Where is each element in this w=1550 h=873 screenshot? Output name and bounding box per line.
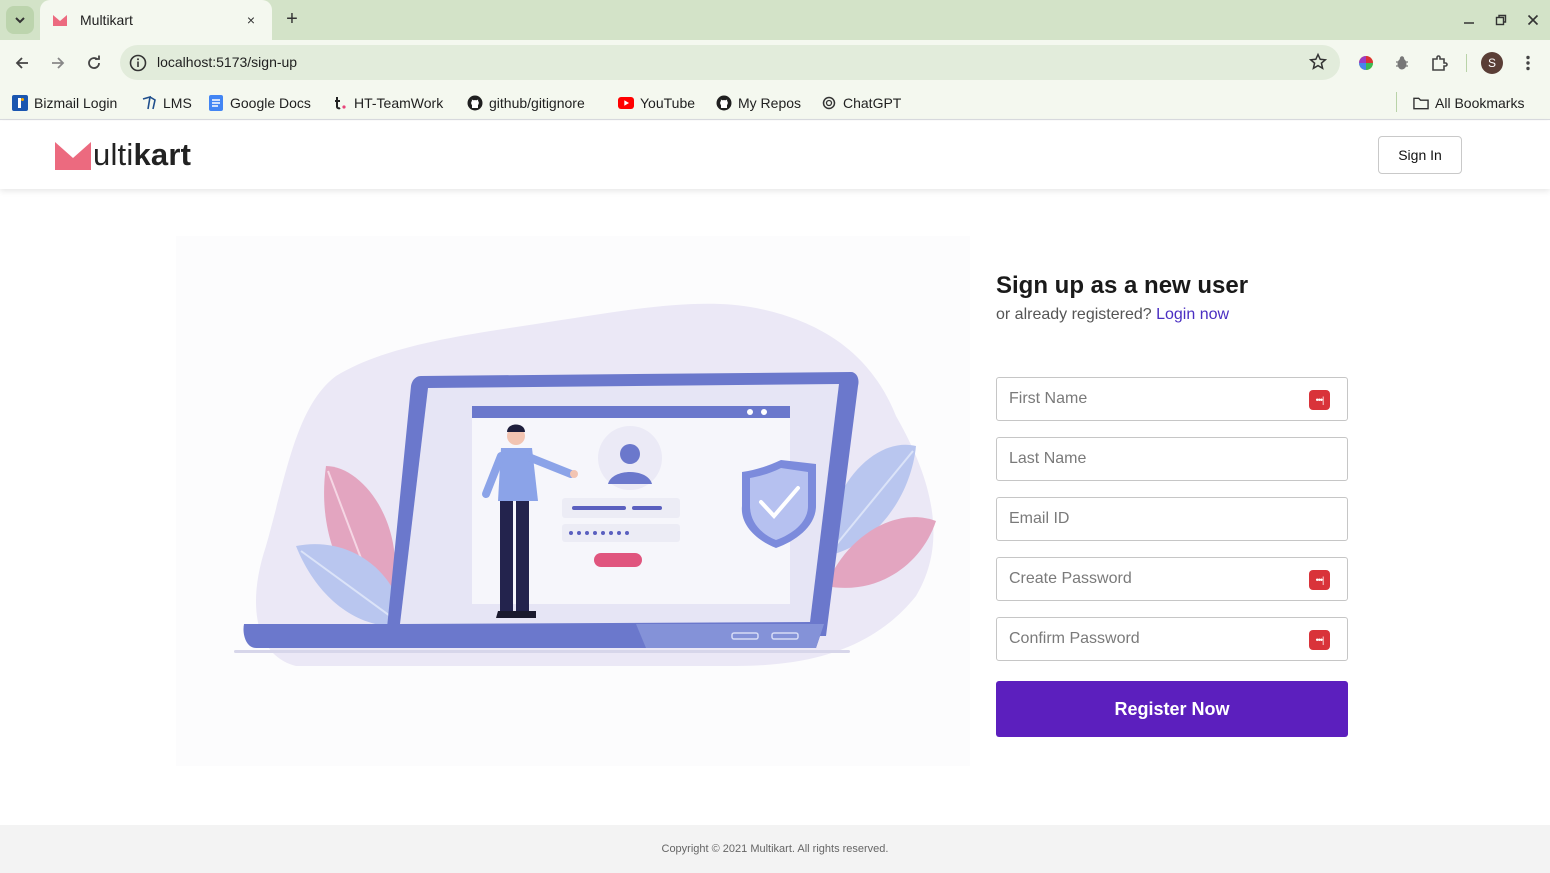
logo-m-mark xyxy=(55,142,91,170)
signup-subtitle: or already registered? Login now xyxy=(996,306,1348,324)
login-now-link[interactable]: Login now xyxy=(1156,306,1229,323)
url-text[interactable]: localhost:5173/sign-up xyxy=(157,54,297,70)
confirm-password-input[interactable] xyxy=(997,618,1347,660)
tab-close-icon[interactable]: × xyxy=(242,12,260,28)
extension-color-icon[interactable] xyxy=(1356,53,1376,73)
bookmarks-divider xyxy=(1396,92,1397,112)
create-password-input[interactable] xyxy=(997,558,1347,600)
browser-toolbar: localhost:5173/sign-up S xyxy=(0,40,1550,86)
bookmark-star-icon[interactable] xyxy=(1308,52,1328,72)
folder-icon xyxy=(1413,95,1429,111)
teamwork-icon xyxy=(332,95,348,111)
bookmark-label: Bizmail Login xyxy=(34,95,118,111)
already-registered-text: or already registered? xyxy=(996,306,1152,323)
profile-avatar[interactable]: S xyxy=(1481,52,1503,74)
bookmark-label: HT-TeamWork xyxy=(354,95,444,111)
bookmark-label: ChatGPT xyxy=(843,95,902,111)
last-name-input[interactable] xyxy=(997,438,1347,480)
password-manager-icon[interactable]: •••| xyxy=(1309,390,1330,410)
toolbar-divider xyxy=(1466,54,1467,72)
github-icon xyxy=(716,95,732,111)
arrow-left-icon xyxy=(15,57,28,69)
bookmark-label: LMS xyxy=(163,95,192,111)
laptop-security-illustration xyxy=(234,303,936,666)
bookmark-google-docs[interactable]: Google Docs xyxy=(208,92,311,114)
signup-illustration xyxy=(176,236,970,766)
site-footer: Copyright © 2021 Multikart. All rights r… xyxy=(0,825,1550,873)
password-manager-icon[interactable]: •••| xyxy=(1309,570,1330,590)
bookmark-github-gitignore[interactable]: github/gitignore xyxy=(467,92,585,114)
create-password-field: •••| xyxy=(996,557,1348,601)
reload-button[interactable] xyxy=(80,49,108,77)
sign-in-button[interactable]: Sign In xyxy=(1378,136,1462,174)
github-icon xyxy=(467,95,483,111)
youtube-icon xyxy=(618,95,634,111)
window-controls xyxy=(1460,6,1542,34)
email-field xyxy=(996,497,1348,541)
close-icon xyxy=(1527,14,1539,26)
logo-wordmark: ultikart xyxy=(93,137,192,172)
bookmark-youtube[interactable]: YouTube xyxy=(618,92,695,114)
password-manager-icon[interactable]: •••| xyxy=(1309,630,1330,650)
bookmark-label: YouTube xyxy=(640,95,696,111)
extensions-puzzle-icon[interactable] xyxy=(1429,53,1449,73)
lms-icon xyxy=(141,95,157,111)
chevron-down-icon xyxy=(15,17,25,24)
minimize-button[interactable] xyxy=(1460,6,1478,34)
signup-form: Sign up as a new user or already registe… xyxy=(996,272,1348,737)
confirm-password-field: •••| xyxy=(996,617,1348,661)
browser-menu-icon[interactable] xyxy=(1518,53,1538,73)
bookmark-my-repos[interactable]: My Repos xyxy=(716,92,801,114)
multikart-favicon-icon xyxy=(53,15,67,26)
browser-tabstrip: Multikart × + xyxy=(0,0,1550,40)
new-tab-button[interactable]: + xyxy=(280,8,304,32)
restore-button[interactable] xyxy=(1492,6,1510,34)
chatgpt-icon xyxy=(821,95,837,111)
site-info-icon[interactable] xyxy=(128,53,148,73)
email-input[interactable] xyxy=(997,498,1347,540)
bookmark-label: My Repos xyxy=(738,95,802,111)
restore-icon xyxy=(1495,14,1507,26)
copyright-text: Copyright © 2021 Multikart. All rights r… xyxy=(661,843,889,855)
all-bookmarks-label: All Bookmarks xyxy=(1435,95,1525,111)
google-docs-icon xyxy=(208,95,224,111)
back-button[interactable] xyxy=(8,49,36,77)
forward-button[interactable] xyxy=(44,49,72,77)
tab-search-button[interactable] xyxy=(6,6,34,34)
first-name-input[interactable] xyxy=(997,378,1347,420)
address-bar[interactable]: localhost:5173/sign-up xyxy=(120,45,1340,80)
multikart-logo[interactable]: ultikart xyxy=(55,137,191,173)
close-window-button[interactable] xyxy=(1524,6,1542,34)
browser-tab-active[interactable]: Multikart × xyxy=(40,0,272,40)
bizmail-icon xyxy=(12,95,28,111)
arrow-right-icon xyxy=(52,57,65,69)
bookmark-label: Google Docs xyxy=(230,95,311,111)
bookmark-teamwork[interactable]: HT-TeamWork xyxy=(332,92,443,114)
all-bookmarks-button[interactable]: All Bookmarks xyxy=(1413,92,1524,114)
bookmark-bizmail[interactable]: Bizmail Login xyxy=(12,92,117,114)
reload-icon xyxy=(88,55,100,69)
first-name-field: •••| xyxy=(996,377,1348,421)
site-header: ultikart Sign In xyxy=(0,121,1550,189)
extension-bug-icon[interactable] xyxy=(1392,53,1412,73)
last-name-field xyxy=(996,437,1348,481)
bookmark-lms[interactable]: LMS xyxy=(141,92,192,114)
bookmarks-bar: Bizmail Login LMS Google Docs HT-TeamWor… xyxy=(0,86,1550,120)
bookmark-chatgpt[interactable]: ChatGPT xyxy=(821,92,901,114)
signup-title: Sign up as a new user xyxy=(996,272,1249,299)
tab-title: Multikart xyxy=(80,12,133,28)
register-now-button[interactable]: Register Now xyxy=(996,681,1348,737)
minimize-icon xyxy=(1464,22,1474,24)
bookmark-label: github/gitignore xyxy=(489,95,585,111)
